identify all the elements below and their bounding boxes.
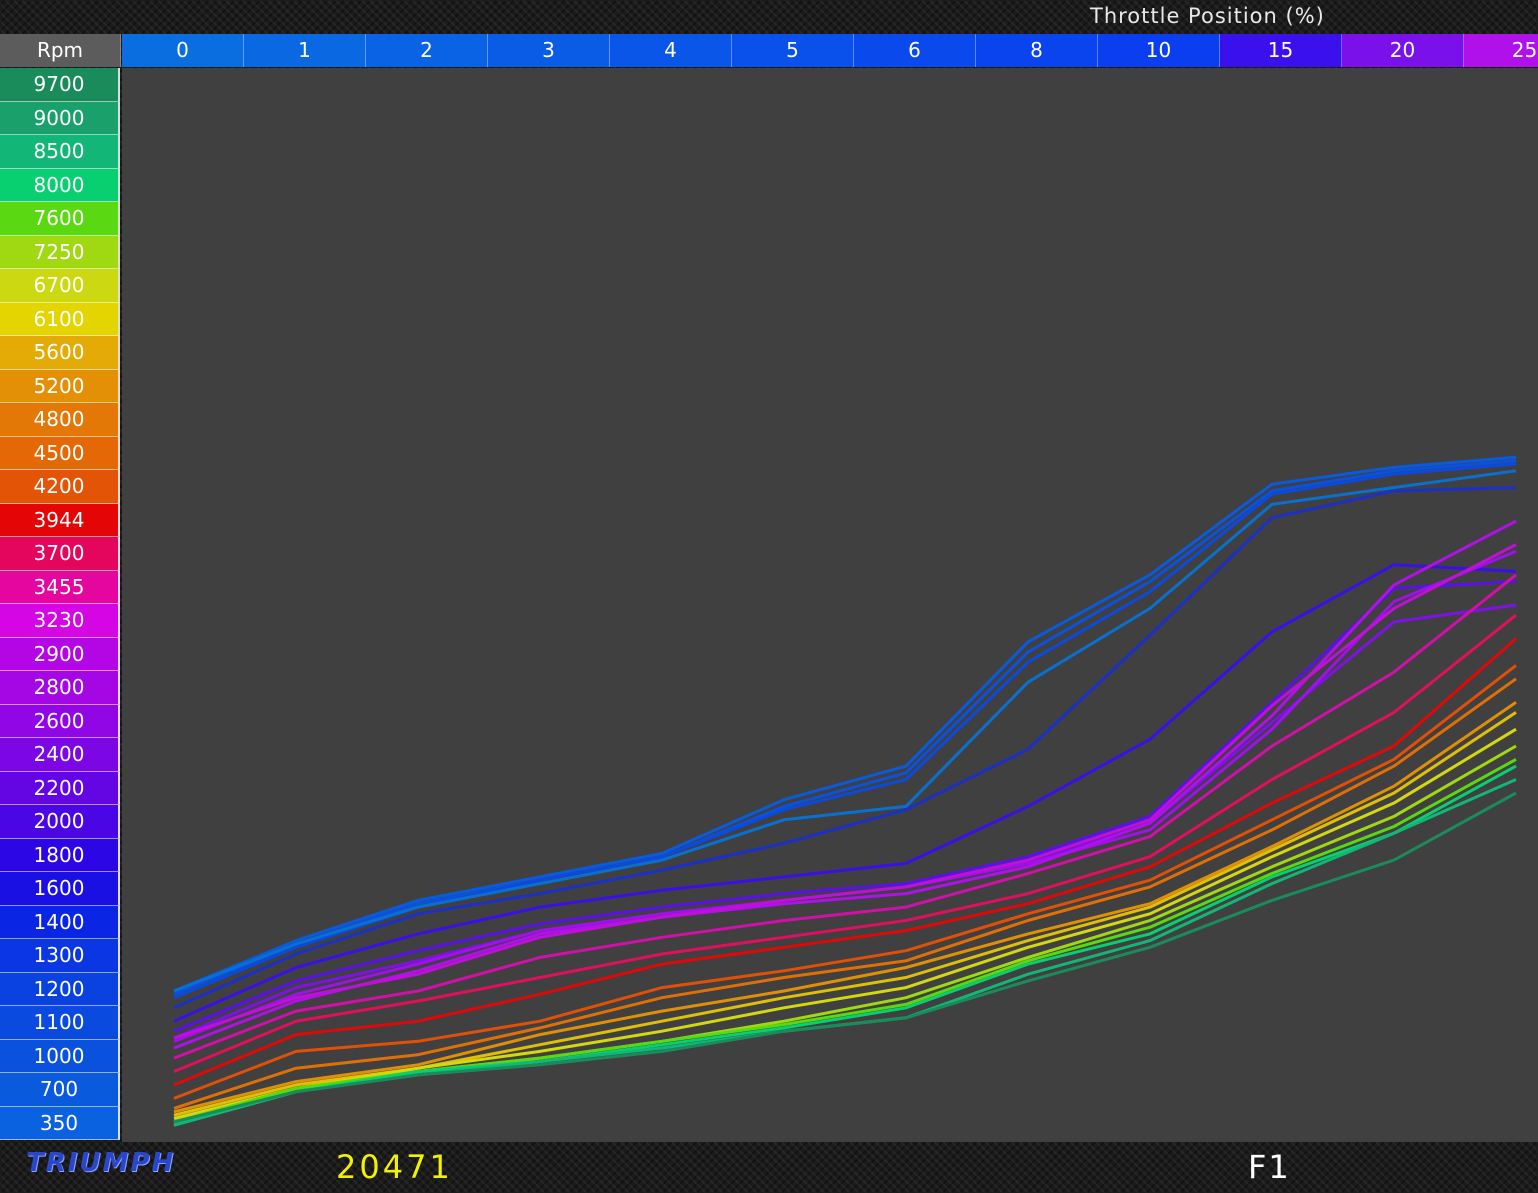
series-line-10	[173, 543, 1517, 1040]
throttle-header-4: 4	[610, 34, 732, 67]
rpm-row-3700: 3700	[0, 537, 120, 571]
rpm-row-8000: 8000	[0, 168, 120, 202]
throttle-header-3: 3	[488, 34, 610, 67]
throttle-header-6: 6	[854, 34, 976, 67]
throttle-header-20: 20	[1342, 34, 1464, 67]
rpm-row-2600: 2600	[0, 704, 120, 738]
rpm-row-6100: 6100	[0, 302, 120, 336]
rpm-row-1400: 1400	[0, 905, 120, 939]
map-name-label: F1	[1248, 1148, 1291, 1186]
series-line-16	[173, 701, 1517, 1114]
rpm-row-1200: 1200	[0, 972, 120, 1006]
rpm-row-3455: 3455	[0, 570, 120, 604]
rpm-row-1000: 1000	[0, 1039, 120, 1073]
rpm-row-6700: 6700	[0, 269, 120, 303]
series-line-19	[173, 744, 1517, 1124]
rpm-row-1300: 1300	[0, 939, 120, 973]
rpm-row-2400: 2400	[0, 738, 120, 772]
series-line-5	[173, 563, 1517, 1023]
rpm-row-350: 350	[0, 1106, 120, 1140]
rpm-row-1600: 1600	[0, 872, 120, 906]
rpm-row-700: 700	[0, 1073, 120, 1107]
rpm-row-5200: 5200	[0, 369, 120, 403]
rpm-row-1800: 1800	[0, 838, 120, 872]
throttle-position-title: Throttle Position (%)	[1090, 4, 1325, 28]
throttle-header-8: 8	[976, 34, 1098, 67]
rpm-row-9000: 9000	[0, 101, 120, 135]
rpm-row-2800: 2800	[0, 671, 120, 705]
throttle-header-10: 10	[1098, 34, 1220, 67]
rpm-row-2200: 2200	[0, 771, 120, 805]
rpm-row-8500: 8500	[0, 135, 120, 169]
rpm-row-3230: 3230	[0, 604, 120, 638]
rpm-row-7600: 7600	[0, 202, 120, 236]
throttle-header-0: 0	[122, 34, 244, 67]
series-line-0	[173, 455, 1517, 993]
line-chart-svg	[173, 455, 1517, 1127]
rpm-row-3944: 3944	[0, 503, 120, 537]
rpm-row-9700: 9700	[0, 68, 120, 102]
series-line-11	[173, 573, 1517, 1060]
plot-area	[122, 68, 1538, 1142]
rpm-row-7250: 7250	[0, 235, 120, 269]
throttle-header-25: 25	[1464, 34, 1538, 67]
throttle-header-2: 2	[366, 34, 488, 67]
throttle-header-1: 1	[244, 34, 366, 67]
throttle-header-15: 15	[1220, 34, 1342, 67]
series-line-14	[173, 664, 1517, 1100]
triumph-logo: TRIUMPH	[26, 1148, 176, 1178]
rpm-row-4200: 4200	[0, 470, 120, 504]
rpm-row-2000: 2000	[0, 805, 120, 839]
rpm-row-4500: 4500	[0, 436, 120, 470]
throttle-header-5: 5	[732, 34, 854, 67]
rpm-row-5600: 5600	[0, 336, 120, 370]
rpm-row-1100: 1100	[0, 1006, 120, 1040]
rpm-row-4800: 4800	[0, 403, 120, 437]
map-id-label: 20471	[336, 1148, 453, 1186]
rpm-row-2900: 2900	[0, 637, 120, 671]
rpm-axis-header: Rpm	[0, 34, 121, 67]
